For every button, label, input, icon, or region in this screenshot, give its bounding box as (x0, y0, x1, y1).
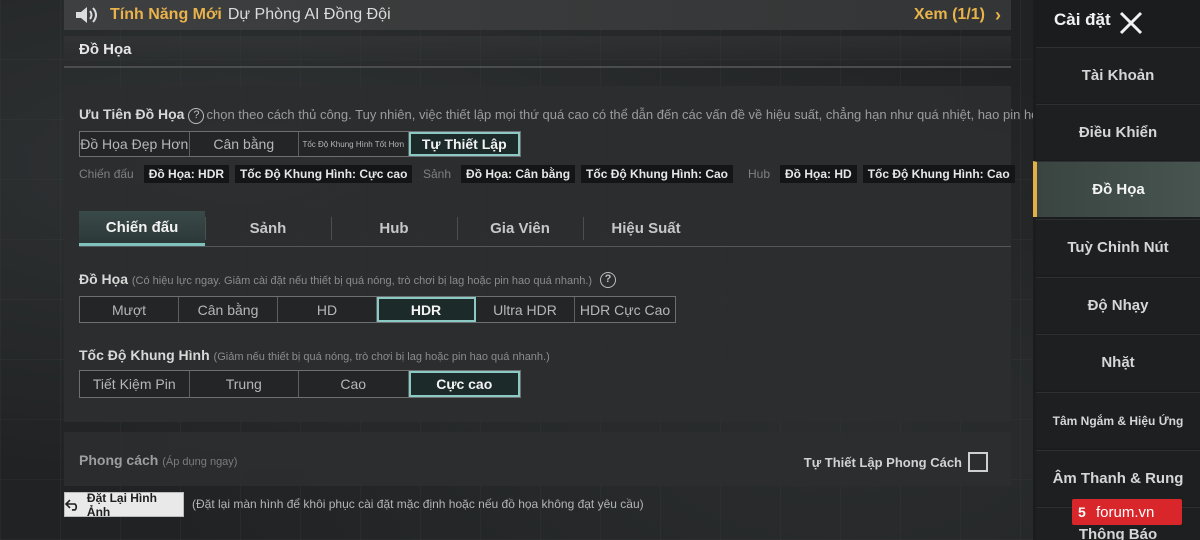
framerate-option[interactable]: Cao (299, 371, 409, 397)
mode-summary-combat: Chiến đấu Đồ Họa: HDR Tốc Độ Khung Hình:… (79, 165, 413, 183)
priority-description: Ưu Tiên Đồ Họa? chọn theo cách thủ công. … (79, 106, 1160, 124)
framerate-label: Tốc Độ Khung Hình (79, 347, 210, 363)
graphics-chip: Đồ Họa: HD (780, 165, 857, 183)
graphics-option[interactable]: HDR Cực Cao (575, 297, 675, 322)
priority-desc-text: chọn theo cách thủ công. Tuy nhiên, việc… (206, 107, 1160, 122)
tab-combat[interactable]: Chiến đấu (79, 211, 205, 246)
sidebar-item-graphics[interactable]: Đồ Họa (1033, 161, 1200, 217)
priority-label: Ưu Tiên Đồ Họa (79, 106, 185, 122)
help-icon[interactable]: ? (188, 107, 205, 124)
graphics-option[interactable]: Mượt (80, 297, 179, 322)
framerate-label-row: Tốc Độ Khung Hình (Giảm nếu thiết bị quá… (79, 347, 550, 363)
graphics-label: Đồ Họa (79, 271, 128, 287)
reset-label: Đặt Lại Hình Ảnh (86, 490, 157, 519)
speaker-icon (74, 5, 98, 25)
reset-note: (Đặt lại màn hình để khôi phục cài đặt m… (192, 497, 644, 511)
custom-style-toggle[interactable]: Tự Thiết Lập Phong Cách (804, 452, 988, 472)
style-hint: (Áp dụng ngay) (162, 456, 238, 468)
graphics-chip: Đồ Họa: HDR (143, 165, 230, 183)
view-label: Xem (1/1) (913, 6, 985, 23)
graphics-option[interactable]: Cân bằng (179, 297, 278, 322)
mode-tabs: Chiến đấu Sảnh Hub Gia Viên Hiệu Suất (79, 211, 1011, 247)
undo-icon (65, 498, 78, 511)
mode-summary-lobby: Sảnh Đồ Họa: Cân bằng Tốc Độ Khung Hình:… (423, 165, 734, 183)
custom-style-checkbox[interactable] (968, 452, 988, 472)
announcement-highlight: Tính Năng Mới (110, 6, 222, 23)
sidebar-item-crosshair[interactable]: Tâm Ngắm & Hiệu Ứng (1036, 392, 1200, 448)
sidebar-item-pickup[interactable]: Nhặt (1036, 334, 1200, 390)
framerate-selector: Tiết Kiệm Pin Trung Cao Cực cao (79, 370, 521, 398)
fps-chip: Tốc Độ Khung Hình: Cao (581, 165, 734, 183)
priority-option-selected[interactable]: Tự Thiết Lập (408, 132, 520, 156)
forum-logo-icon: 5 (1078, 504, 1086, 520)
graphics-selector: Mượt Cân bằng HD HDR Ultra HDR HDR Cực C… (79, 296, 676, 323)
sidebar-title: Cài đặt (1054, 10, 1111, 29)
fps-chip: Tốc Độ Khung Hình: Cực cao (235, 165, 413, 183)
mode-name: Sảnh (423, 167, 452, 181)
tab-performance[interactable]: Hiệu Suất (583, 211, 709, 246)
tab-lobby[interactable]: Sảnh (205, 211, 331, 246)
graphics-chip: Đồ Họa: Cân bằng (461, 165, 576, 183)
watermark: 5 forum.vn (1072, 499, 1182, 525)
tab-home[interactable]: Gia Viên (457, 211, 583, 246)
help-icon[interactable]: ? (599, 272, 616, 289)
tab-hub[interactable]: Hub (331, 211, 457, 246)
graphics-option[interactable]: HD (278, 297, 377, 322)
priority-selector: Đồ Họa Đẹp Hơn Cân bằng Tốc Độ Khung Hìn… (79, 131, 521, 157)
section-title: Đồ Họa (64, 36, 1011, 68)
sidebar-item-sensitivity[interactable]: Độ Nhạy (1036, 277, 1200, 333)
graphics-option[interactable]: Ultra HDR (476, 297, 575, 322)
graphics-label-row: Đồ Họa (Có hiệu lực ngay. Giảm cài đặt n… (79, 271, 618, 289)
sidebar-item-account[interactable]: Tài Khoản (1036, 47, 1200, 103)
watermark-text: forum.vn (1096, 503, 1155, 521)
style-label: Phong cách (79, 452, 159, 468)
framerate-option[interactable]: Tiết Kiệm Pin (80, 371, 190, 397)
sidebar-item-controls[interactable]: Điều Khiển (1036, 104, 1200, 160)
framerate-hint: (Giảm nếu thiết bị quá nóng, trò chơi bị… (213, 351, 550, 363)
custom-style-label: Tự Thiết Lập Phong Cách (803, 454, 962, 470)
style-label-row: Phong cách (Áp dụng ngay) (79, 452, 237, 468)
framerate-option[interactable]: Trung (189, 371, 299, 397)
chevron-right-icon: › (995, 4, 1001, 25)
mode-name: Hub (748, 167, 771, 181)
announcement-message: Dự Phòng AI Đồng Đội (227, 6, 391, 23)
priority-option[interactable]: Tốc Độ Khung Hình Tốt Hơn (299, 132, 409, 156)
fps-chip: Tốc Độ Khung Hình: Cao (862, 165, 1015, 183)
graphics-hint: (Có hiệu lực ngay. Giảm cài đặt nếu thiế… (131, 275, 593, 287)
view-announcement-link[interactable]: Xem (1/1) › (914, 5, 1001, 26)
close-icon[interactable] (1118, 10, 1144, 36)
sidebar-item-custom-buttons[interactable]: Tuỳ Chỉnh Nút (1036, 219, 1200, 275)
sidebar-item-audio[interactable]: Âm Thanh & Rung (1036, 450, 1200, 506)
priority-option[interactable]: Cân bằng (189, 132, 299, 156)
priority-option[interactable]: Đồ Họa Đẹp Hơn (80, 132, 190, 156)
announcement-bar[interactable]: Tính Năng Mới Dự Phòng AI Đồng Đội Xem (… (64, 0, 1011, 30)
reset-graphics-button[interactable]: Đặt Lại Hình Ảnh (64, 490, 184, 519)
graphics-option-selected[interactable]: HDR (377, 297, 476, 322)
mode-summary-hub: Hub Đồ Họa: HD Tốc Độ Khung Hình: Cao (748, 165, 1015, 183)
framerate-option-selected[interactable]: Cực cao (408, 371, 520, 397)
mode-name: Chiến đấu (79, 167, 134, 181)
